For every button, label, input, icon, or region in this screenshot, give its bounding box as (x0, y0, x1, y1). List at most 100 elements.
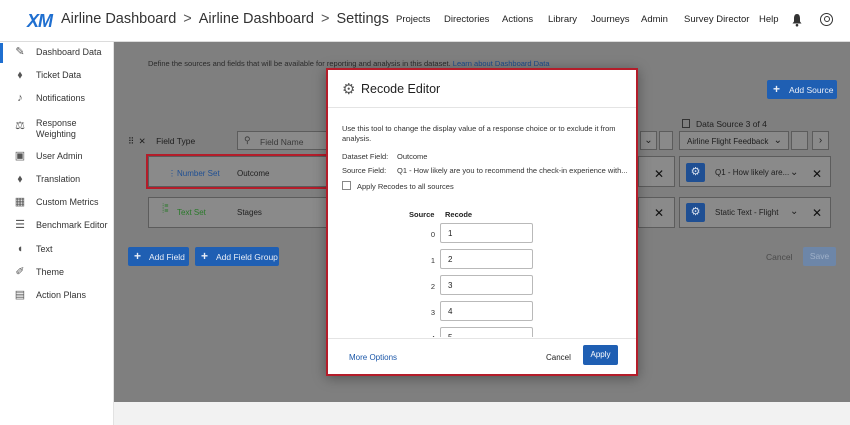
save-button[interactable]: Save (803, 247, 836, 266)
breadcrumb-dashboard[interactable]: Airline Dashboard (199, 11, 314, 27)
source-mapping-value: Static Text - Flight (715, 208, 779, 217)
source-mapping-value: Q1 - How likely are... (715, 168, 790, 177)
sidebar-item-custom-metrics[interactable]: ▦ Custom Metrics (0, 193, 114, 213)
sidebar-item-user-admin[interactable]: ▣ User Admin (0, 147, 114, 167)
next-source-button[interactable]: › (812, 131, 829, 150)
nav-library[interactable]: Library (548, 14, 577, 25)
sidebar-item-label: Notifications (36, 93, 86, 103)
scale-icon: ⚖ (15, 120, 25, 132)
add-source-button[interactable]: + Add Source (767, 80, 837, 99)
modal-header: ⚙ Recode Editor (328, 70, 636, 108)
sidebar-item-label: Action Plans (36, 290, 87, 300)
data-source-select-value: Airline Flight Feedback (687, 137, 769, 146)
sidebar-item-label: Benchmark Editor (36, 220, 108, 230)
modal-intro: Use this tool to change the display valu… (342, 124, 616, 143)
recode-input[interactable]: 2 (440, 249, 533, 269)
dataset-field-label: Dataset Field: (342, 152, 389, 161)
chat-icon: ◖ (16, 243, 24, 255)
modal-title: Recode Editor (361, 82, 441, 96)
sidebar-item-label: Dashboard Data (36, 47, 102, 57)
recode-input-value: 3 (448, 281, 453, 290)
recode-source-value: 2 (430, 282, 435, 291)
breadcrumb-separator: > (183, 11, 192, 27)
sidebar-item-theme[interactable]: ✐ Theme (0, 263, 114, 283)
apply-all-checkbox[interactable] (342, 181, 351, 190)
breadcrumb-project[interactable]: Airline Dashboard (61, 11, 176, 27)
chevron-down-icon[interactable]: ⌄ (790, 206, 798, 217)
calculator-icon: ▦ (14, 196, 26, 208)
nav-projects[interactable]: Projects (396, 14, 430, 25)
field-name-search[interactable]: ⚲ Field Name (237, 131, 332, 150)
sidebar-item-response-weighting[interactable]: ⚖ Response Weighting (0, 117, 114, 143)
learn-more-link[interactable]: Learn about Dashboard Data (453, 59, 550, 68)
recode-input[interactable]: 3 (440, 275, 533, 295)
close-icon[interactable]: ✕ (654, 167, 664, 181)
search-icon: ⚲ (244, 135, 251, 145)
apply-all-label[interactable]: Apply Recodes to all sources (357, 182, 454, 191)
sidebar-item-text[interactable]: ◖ Text (0, 240, 114, 260)
number-set-icon: ⋮ (168, 169, 176, 178)
previous-source-button[interactable] (791, 131, 808, 150)
user-icon: ▣ (14, 150, 26, 162)
add-field-button[interactable]: + Add Field (128, 247, 189, 266)
recode-source-value: 0 (430, 230, 435, 239)
drag-handle-icon: ⠿ (128, 136, 135, 146)
chevron-down-icon[interactable]: ⌄ (640, 131, 657, 150)
cancel-button[interactable]: Cancel (766, 252, 792, 262)
close-icon[interactable]: ✕ (812, 206, 822, 220)
recode-input[interactable]: 5 (440, 327, 533, 337)
nav-directories[interactable]: Directories (444, 14, 489, 25)
plus-icon: + (773, 82, 781, 96)
more-options-link[interactable]: More Options (349, 353, 397, 362)
close-icon[interactable]: ✕ (139, 136, 146, 146)
sidebar-item-ticket-data[interactable]: ⬧ Ticket Data (0, 66, 114, 86)
pencil-icon: ✎ (15, 46, 25, 58)
field-name-value[interactable]: Outcome (237, 169, 269, 178)
recode-source-value: 1 (430, 256, 435, 265)
sidebar-item-label: Response Weighting (36, 118, 77, 139)
page-footer-area (114, 402, 850, 425)
nav-actions[interactable]: Actions (502, 14, 533, 25)
bell-icon[interactable] (792, 13, 802, 27)
apply-button[interactable]: Apply (583, 345, 618, 365)
chevron-down-icon[interactable]: ⌄ (790, 167, 798, 178)
recode-input[interactable]: 1 (440, 223, 533, 243)
sidebar-item-action-plans[interactable]: ▤ Action Plans (0, 286, 114, 306)
sidebar-item-label: User Admin (36, 151, 83, 161)
recode-column-header: Recode (445, 210, 473, 219)
xm-logo[interactable]: XM (27, 11, 53, 32)
sidebar-item-dashboard-data[interactable]: ✎ Dashboard Data (0, 43, 114, 63)
modal-cancel-button[interactable]: Cancel (546, 353, 571, 362)
plus-icon: + (134, 249, 142, 263)
recode-input[interactable]: 4 (440, 301, 533, 321)
gear-icon[interactable]: ⚙ (686, 163, 705, 182)
gear-icon[interactable]: ⚙ (686, 203, 705, 222)
add-field-group-button[interactable]: + Add Field Group (195, 247, 279, 266)
sidebar-item-translation[interactable]: ⬧ Translation (0, 170, 114, 190)
nav-help[interactable]: Help (759, 14, 779, 25)
user-account-icon[interactable] (820, 13, 833, 26)
recode-input-value: 4 (448, 307, 453, 316)
close-icon[interactable]: ✕ (654, 206, 664, 220)
sidebar-item-benchmark-editor[interactable]: ☰ Benchmark Editor (0, 216, 114, 236)
add-field-group-label: Add Field Group (216, 252, 278, 262)
field-name-value[interactable]: Stages (237, 208, 262, 217)
nav-journeys[interactable]: Journeys (591, 14, 630, 25)
modal-footer: More Options Cancel Apply (328, 338, 636, 376)
field-type-header[interactable]: Field Type (156, 136, 195, 146)
clipboard-icon (682, 119, 690, 128)
nav-survey-director[interactable]: Survey Director (684, 14, 749, 25)
clipboard-icon: ▤ (14, 289, 26, 301)
close-icon[interactable]: ✕ (812, 167, 822, 181)
scroll-handle[interactable] (659, 131, 673, 150)
data-source-select[interactable]: Airline Flight Feedback ⌄ (679, 131, 789, 150)
chevron-down-icon: ⌄ (773, 135, 782, 146)
breadcrumb: Airline Dashboard > Airline Dashboard > Sett… (61, 11, 389, 27)
field-type-value: Text Set (177, 208, 206, 217)
source-column-header: Source (409, 210, 435, 219)
sidebar-item-notifications[interactable]: ♪ Notifications (0, 89, 114, 109)
nav-admin[interactable]: Admin (641, 14, 668, 25)
recode-input-value: 1 (448, 229, 453, 238)
modal-body[interactable]: Use this tool to change the display valu… (328, 109, 636, 337)
table-header: ⠿ ✕ Field Type (128, 136, 195, 147)
